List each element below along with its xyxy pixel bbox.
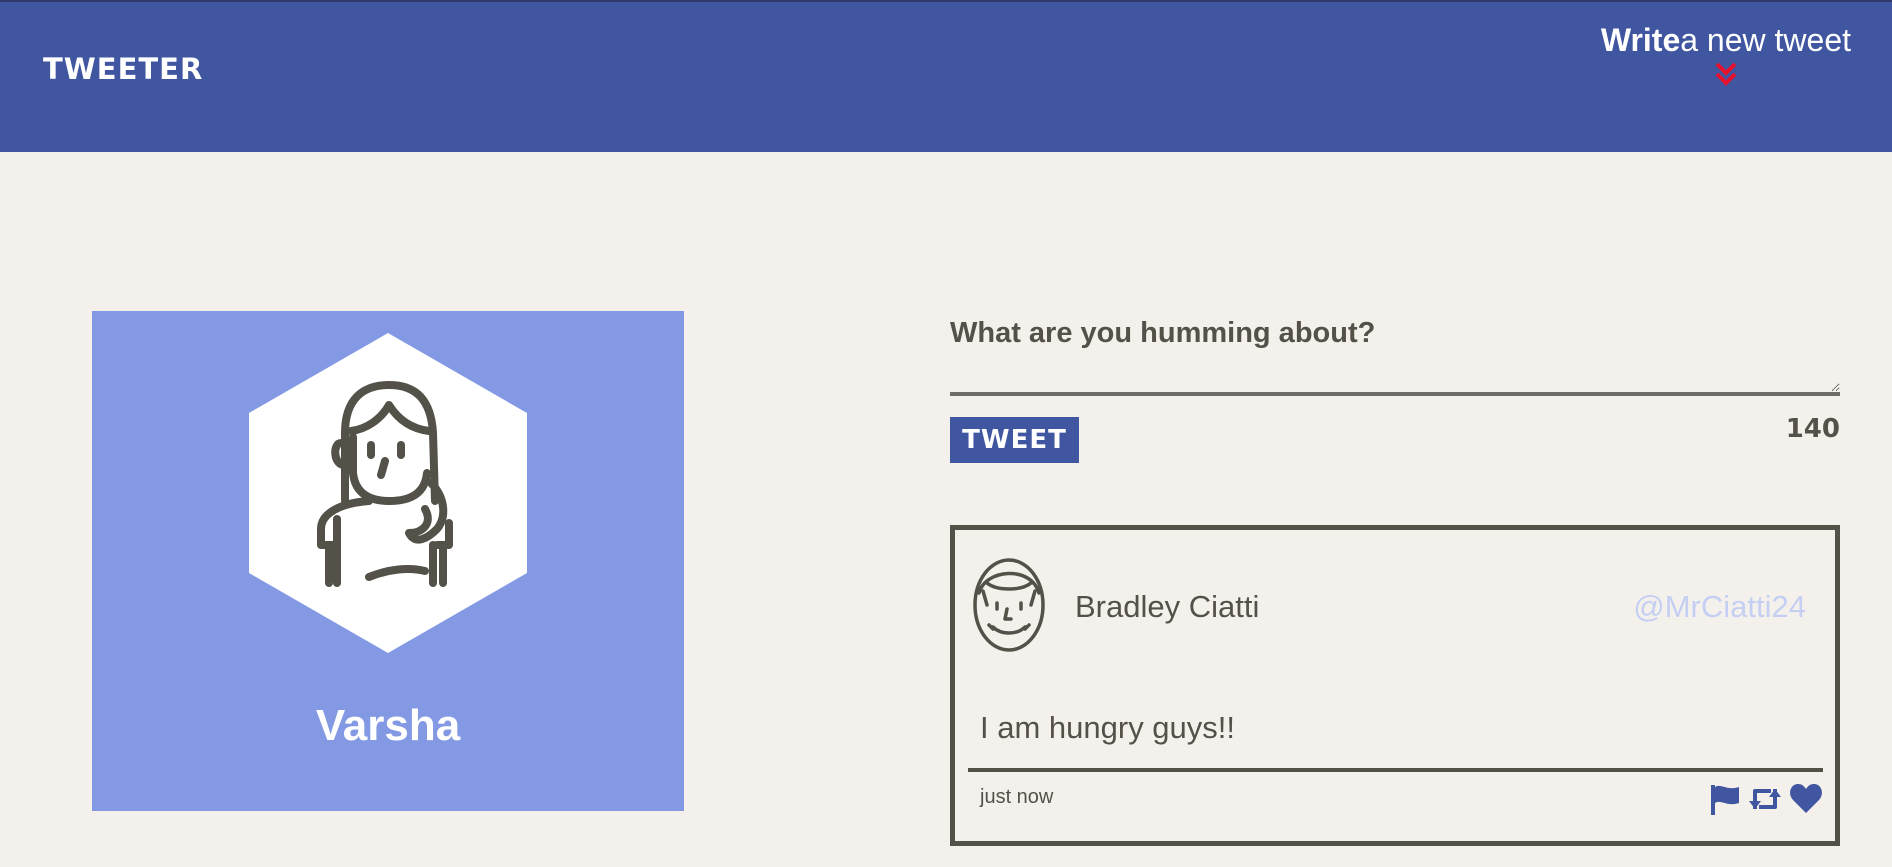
write-new-tweet-toggle[interactable]: Writea new tweet — [1601, 22, 1851, 89]
tweet-button[interactable]: TWEET — [950, 417, 1079, 463]
retweet-icon[interactable] — [1747, 783, 1783, 820]
tweet-author-name: Bradley Ciatti — [1075, 589, 1260, 624]
compose-toggle-bold: Write — [1600, 22, 1681, 58]
profile-avatar — [249, 333, 527, 653]
compose-toggle-rest: a new tweet — [1680, 22, 1851, 58]
brand-logo[interactable]: TWEETER — [43, 52, 203, 86]
avatar-hexagon — [249, 333, 527, 653]
profile-card: Varsha — [92, 311, 684, 811]
tweet-timestamp: just now — [980, 786, 1054, 808]
heart-icon[interactable] — [1789, 783, 1823, 820]
double-chevron-down-icon[interactable] — [1714, 61, 1738, 89]
tweet-text: I am hungry guys!! — [980, 710, 1236, 745]
tweet-divider — [968, 768, 1823, 772]
tweet-author-handle: @MrCiatti24 — [1633, 589, 1806, 624]
flag-icon[interactable] — [1709, 783, 1741, 820]
tweet-actions — [1709, 783, 1823, 820]
profile-name: Varsha — [315, 701, 461, 750]
navbar: TWEETER Writea new tweet — [0, 0, 1892, 152]
tweet-composer: TWEET 140 — [950, 312, 1840, 463]
character-counter: 140 — [1785, 414, 1840, 444]
tweet-input[interactable] — [950, 312, 1840, 396]
man-avatar-icon — [973, 558, 1045, 652]
tweet-card: Bradley Ciatti @MrCiatti24 I am hungry g… — [950, 525, 1840, 846]
